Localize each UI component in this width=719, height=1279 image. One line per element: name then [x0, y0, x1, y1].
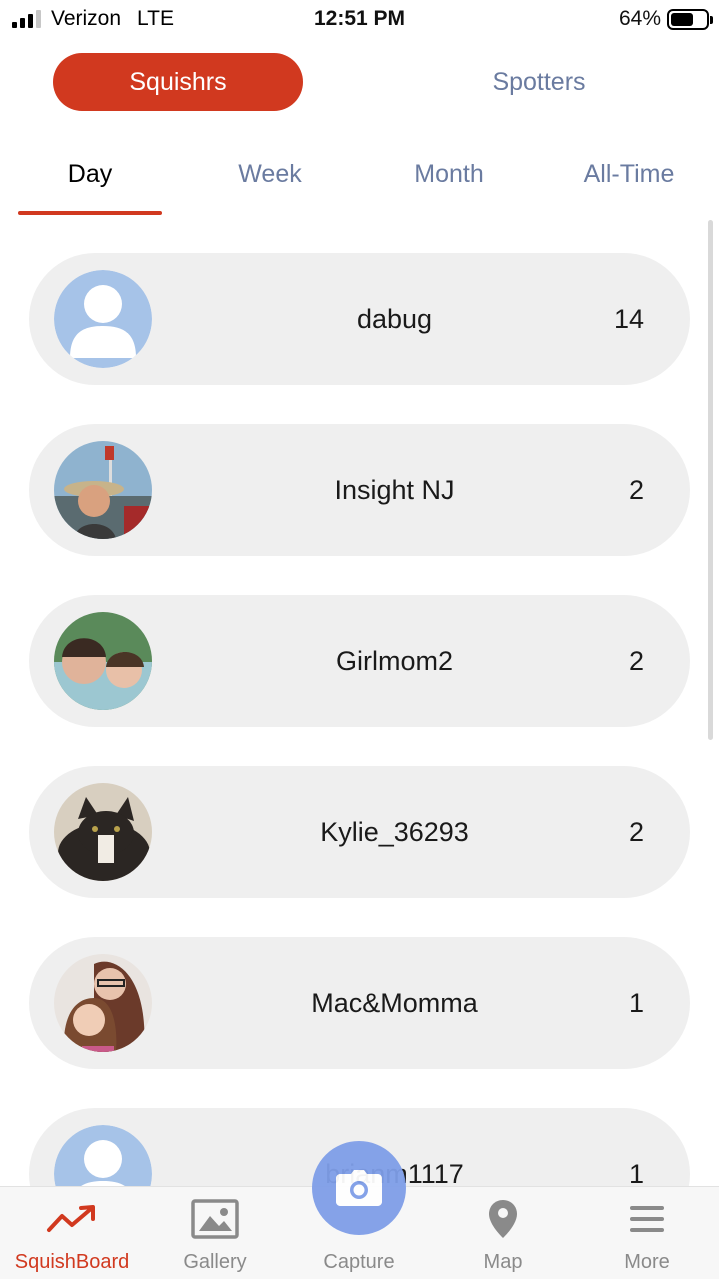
list-item[interactable]: dabug 14 [29, 253, 690, 385]
default-avatar-icon [54, 1125, 152, 1186]
nav-label: Map [483, 1251, 523, 1273]
list-item[interactable]: Mac&Momma 1 [29, 937, 690, 1069]
squish-count: 1 [628, 1158, 644, 1187]
active-tab-indicator [18, 211, 162, 215]
user-name: Kylie_36293 [320, 816, 469, 847]
nav-label: SquishBoard [14, 1251, 130, 1273]
squish-count: 2 [628, 816, 644, 847]
battery-icon [667, 8, 713, 30]
nav-more[interactable]: More [575, 1187, 719, 1279]
squish-count: 14 [613, 303, 644, 334]
list-item[interactable]: Girlmom2 2 [29, 595, 690, 727]
list-item[interactable]: Insight NJ 2 [29, 424, 690, 556]
nav-label: More [624, 1251, 670, 1273]
tab-month[interactable]: Month [377, 150, 521, 214]
camera-icon [336, 1170, 382, 1206]
list-item[interactable]: Kylie_36293 2 [29, 766, 690, 898]
tab-all-time[interactable]: All-Time [557, 150, 701, 214]
battery-percent: 64% [618, 7, 661, 30]
user-name: dabug [356, 303, 433, 334]
battery-fill [671, 12, 693, 26]
tab-week[interactable]: Week [198, 150, 342, 214]
tab-day[interactable]: Day [18, 150, 162, 214]
image-icon [191, 1197, 239, 1241]
status-bar: Verizon LTE 12:51 PM 64% [0, 0, 719, 40]
user-name: Girlmom2 [335, 645, 453, 676]
squish-count: 2 [628, 474, 644, 505]
squish-count: 2 [628, 645, 644, 676]
menu-icon [628, 1197, 666, 1241]
leaderboard-list[interactable]: dabug 14 Insight NJ 2 Girlmom2 2 Kylie_3… [0, 218, 719, 1186]
nav-label: Capture [323, 1251, 395, 1273]
default-avatar-icon [54, 270, 152, 368]
nav-squishboard[interactable]: SquishBoard [0, 1187, 144, 1279]
nav-gallery[interactable]: Gallery [143, 1187, 287, 1279]
squish-count: 1 [628, 987, 644, 1018]
nav-label: Gallery [183, 1251, 247, 1273]
user-photo-avatar [54, 441, 152, 539]
nav-map[interactable]: Map [431, 1187, 575, 1279]
period-tabs: Day Week Month All-Time [18, 150, 719, 216]
status-right: 64% [618, 7, 713, 31]
trend-up-icon [46, 1197, 98, 1241]
user-photo-avatar [54, 612, 152, 710]
clock: 12:51 PM [313, 7, 406, 30]
scrollbar[interactable] [708, 220, 713, 740]
leaderboard-type-toggle: Squishrs Spotters [53, 53, 663, 111]
spotters-toggle-button[interactable]: Spotters [414, 53, 664, 111]
user-photo-avatar [54, 783, 152, 881]
map-pin-icon [487, 1197, 519, 1241]
user-photo-avatar [54, 954, 152, 1052]
user-name: Insight NJ [334, 474, 455, 505]
capture-button[interactable] [312, 1141, 406, 1235]
squishrs-toggle-button[interactable]: Squishrs [53, 53, 303, 111]
user-name: Mac&Momma [311, 987, 478, 1018]
